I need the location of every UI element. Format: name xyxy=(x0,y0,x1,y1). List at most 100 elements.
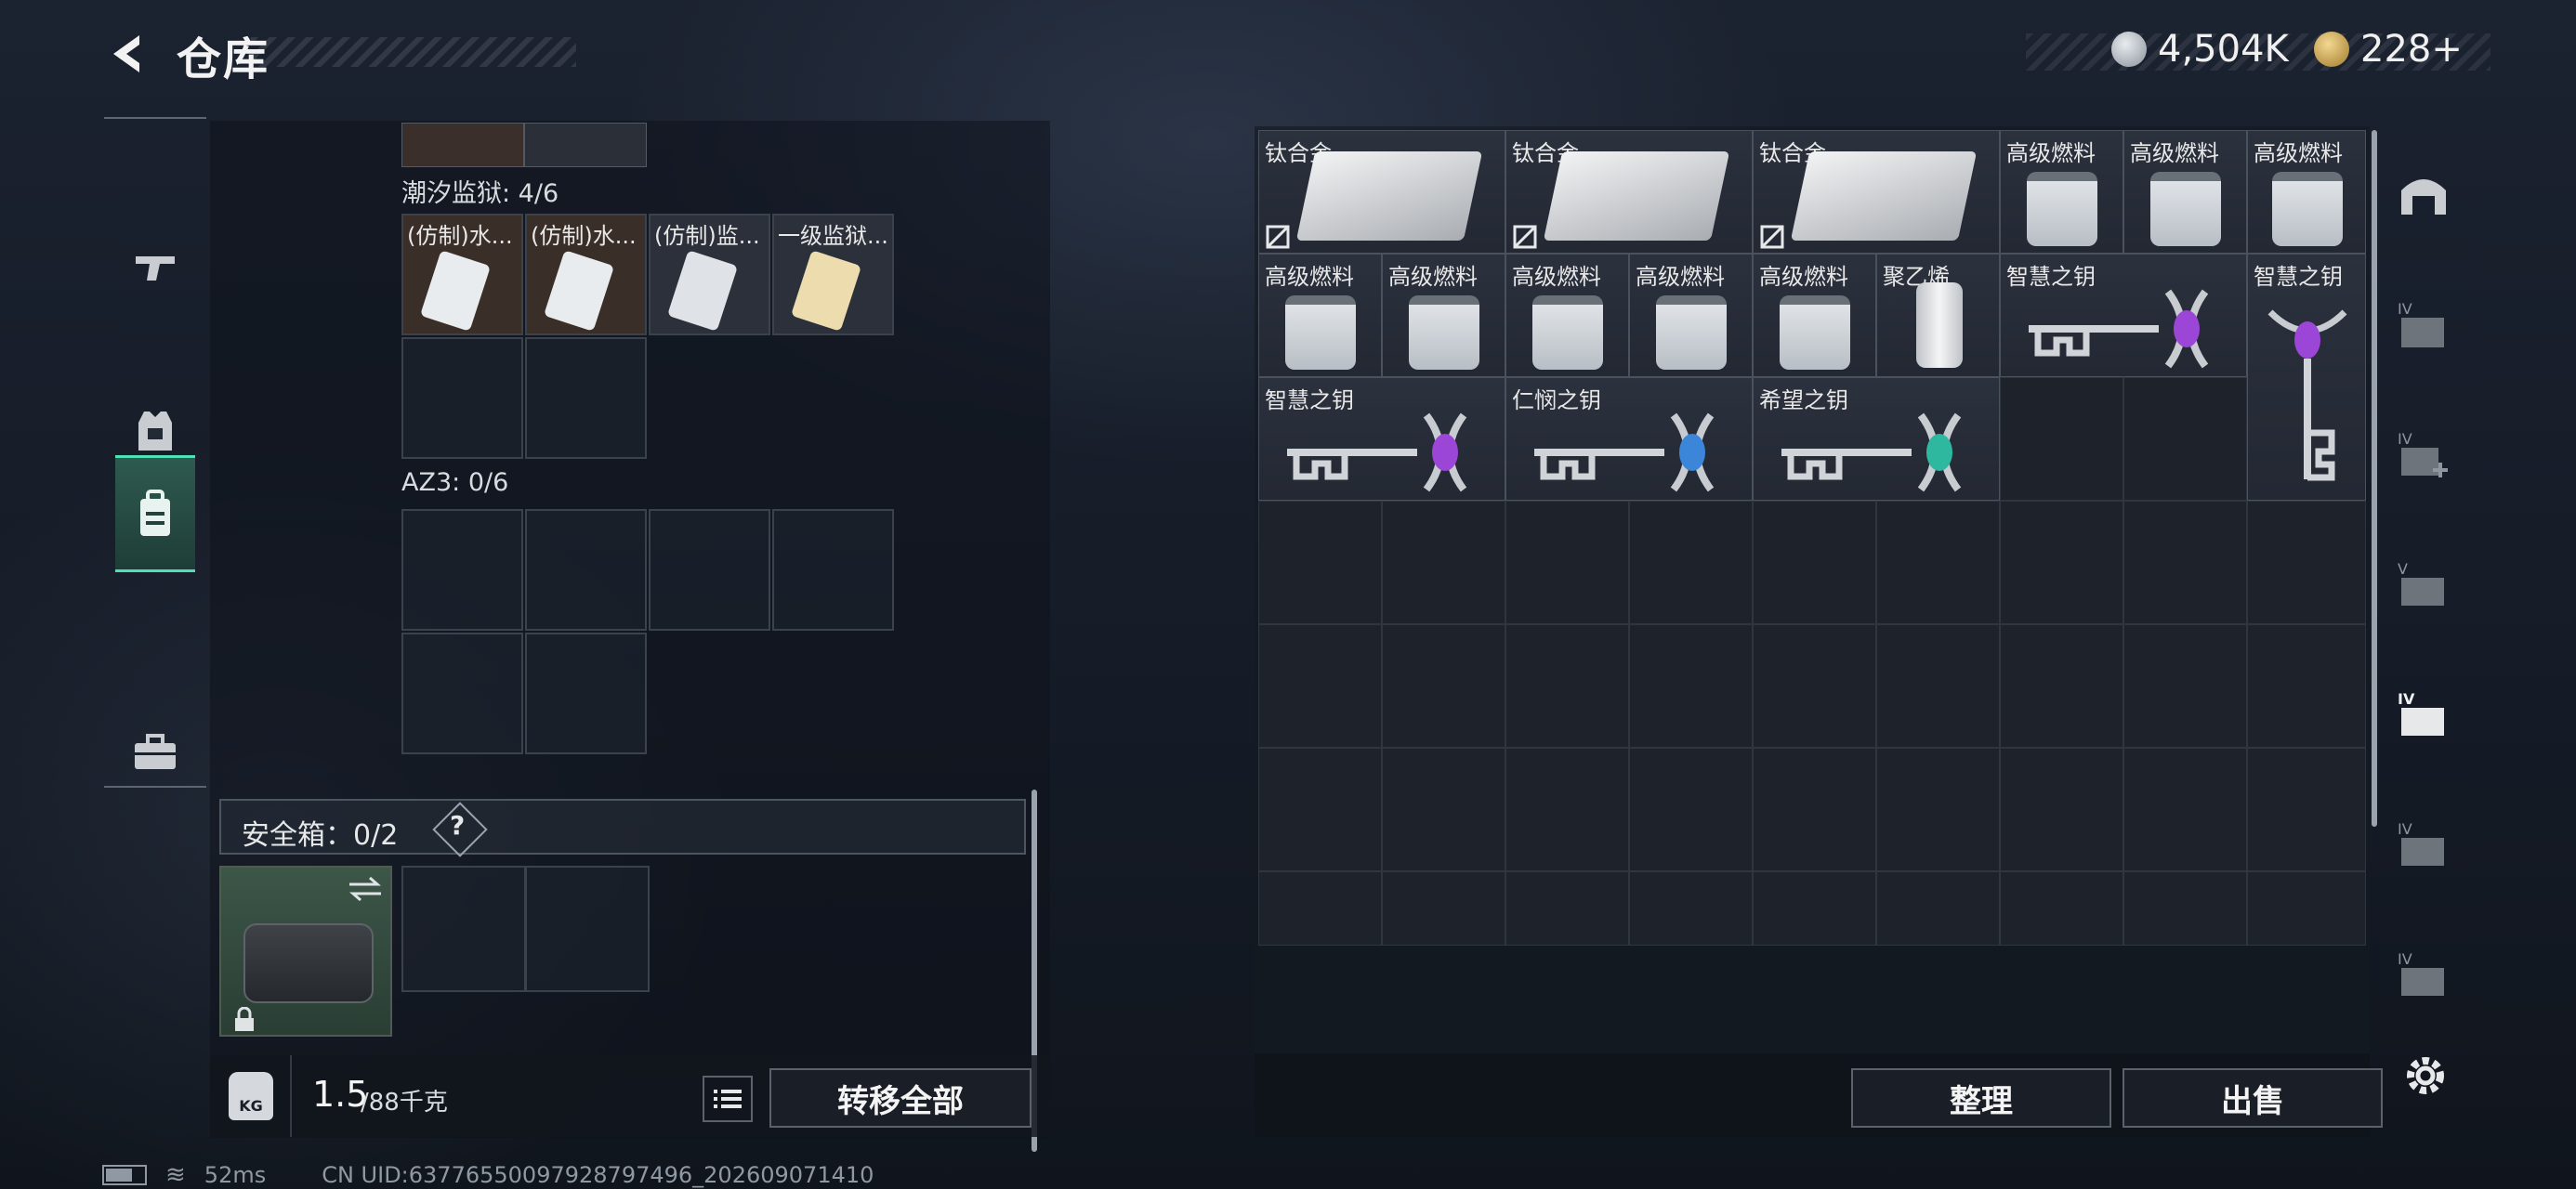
storage-cell[interactable] xyxy=(2123,871,2247,946)
storage-cell[interactable] xyxy=(1629,501,1753,624)
grid-cell[interactable] xyxy=(401,509,523,631)
cutoff-item[interactable] xyxy=(524,123,647,167)
pistol-icon xyxy=(136,256,175,281)
storage-cell[interactable] xyxy=(1876,624,2000,748)
tab-storage-iv-gear[interactable]: IV xyxy=(2386,929,2461,1022)
storage-cell[interactable] xyxy=(1258,748,1382,871)
storage-cell[interactable] xyxy=(2123,377,2247,501)
sell-button[interactable]: 出售 xyxy=(2123,1068,2383,1128)
storage-cell[interactable] xyxy=(2000,501,2123,624)
keycard-item[interactable]: (仿制)监... xyxy=(649,214,770,335)
fuel-item[interactable]: 高级燃料 xyxy=(2123,130,2247,254)
gold-currency[interactable]: 228+ xyxy=(2314,28,2463,71)
storage-cell[interactable] xyxy=(1258,871,1382,946)
list-view-button[interactable] xyxy=(703,1076,753,1122)
storage-cell[interactable] xyxy=(2000,624,2123,748)
storage-cell[interactable] xyxy=(2123,624,2247,748)
keycard-item[interactable]: 一级监狱... xyxy=(772,214,894,335)
storage-cell[interactable] xyxy=(1753,871,1876,946)
storage-cell[interactable] xyxy=(1753,624,1876,748)
storage-cell[interactable] xyxy=(1382,871,1505,946)
transfer-all-button[interactable]: 转移全部 xyxy=(769,1068,1032,1128)
safe-box-cell[interactable] xyxy=(401,866,526,992)
storage-cell[interactable] xyxy=(1505,748,1629,871)
titanium-item[interactable]: 钛合金 xyxy=(1753,130,2000,254)
settings-gear-icon[interactable] xyxy=(2399,1050,2451,1102)
grid-cell[interactable] xyxy=(649,509,770,631)
fuel-item[interactable]: 高级燃料 xyxy=(1382,254,1505,377)
storage-cell[interactable] xyxy=(2000,871,2123,946)
storage-cell[interactable] xyxy=(1258,501,1382,624)
tab-storage-iv[interactable]: IV xyxy=(2386,279,2461,372)
swap-icon[interactable] xyxy=(346,875,385,903)
grid-cell[interactable] xyxy=(401,337,523,459)
right-scrollbar[interactable] xyxy=(2372,130,2377,827)
fuel-item[interactable]: 高级燃料 xyxy=(1258,254,1382,377)
fuel-item[interactable]: 高级燃料 xyxy=(2247,130,2366,254)
keycard-item[interactable]: (仿制)水... xyxy=(525,214,647,335)
wisdom-key-item[interactable]: 智慧之钥 xyxy=(2247,254,2366,501)
storage-cell[interactable] xyxy=(1753,501,1876,624)
fuel-item[interactable]: 高级燃料 xyxy=(1629,254,1753,377)
storage-cell[interactable] xyxy=(1876,501,2000,624)
grid-cell[interactable] xyxy=(525,633,647,754)
nav-case[interactable] xyxy=(115,697,195,808)
nav-weapons[interactable] xyxy=(115,212,195,323)
safe-box-slot[interactable] xyxy=(219,866,392,1037)
tab-storage-iv-plus[interactable]: IV xyxy=(2386,409,2461,502)
tab-storage-v[interactable]: V xyxy=(2386,539,2461,632)
keycard-item[interactable]: (仿制)水... xyxy=(401,214,523,335)
nav-backpack[interactable] xyxy=(115,455,195,572)
storage-cell[interactable] xyxy=(1505,501,1629,624)
storage-cell[interactable] xyxy=(2247,624,2366,748)
back-arrow-icon[interactable] xyxy=(102,28,154,80)
storage-cell[interactable] xyxy=(1382,748,1505,871)
grid-cell[interactable] xyxy=(401,633,523,754)
storage-cell[interactable] xyxy=(1629,624,1753,748)
titanium-item[interactable]: 钛合金 xyxy=(1505,130,1753,254)
item-name: (仿制)监... xyxy=(654,223,760,249)
storage-cell[interactable] xyxy=(1753,748,1876,871)
tab-storage-iv-card[interactable]: IV xyxy=(2386,799,2461,892)
storage-cell[interactable] xyxy=(2123,748,2247,871)
sort-button[interactable]: 整理 xyxy=(1851,1068,2111,1128)
hope-key-item[interactable]: 希望之钥 xyxy=(1753,377,2000,501)
storage-iv-plus-icon: IV xyxy=(2398,430,2448,477)
storage-cell[interactable] xyxy=(2247,748,2366,871)
cutoff-item[interactable] xyxy=(401,123,524,167)
wisdom-key-item[interactable]: 智慧之钥 xyxy=(1258,377,1505,501)
polyethylene-item[interactable]: 聚乙烯 xyxy=(1876,254,2000,377)
tab-storage-iv-hand[interactable]: IV xyxy=(2386,669,2461,762)
titanium-item[interactable]: 钛合金 xyxy=(1258,130,1505,254)
grid-cell[interactable] xyxy=(525,509,647,631)
storage-cell[interactable] xyxy=(1629,748,1753,871)
storage-cell[interactable] xyxy=(1876,748,2000,871)
fuel-item[interactable]: 高级燃料 xyxy=(2000,130,2123,254)
fuel-can-icon xyxy=(2027,172,2097,246)
storage-cell[interactable] xyxy=(1505,871,1629,946)
storage-cell[interactable] xyxy=(1382,501,1505,624)
storage-cell[interactable] xyxy=(2247,871,2366,946)
storage-cell[interactable] xyxy=(2000,377,2123,501)
storage-cell[interactable] xyxy=(1505,624,1629,748)
wisdom-key-item[interactable]: 智慧之钥 xyxy=(2000,254,2247,377)
storage-cell[interactable] xyxy=(2247,501,2366,624)
safe-box-label: 安全箱：0/2 xyxy=(242,819,399,852)
key-icon xyxy=(2267,309,2347,481)
fuel-item[interactable]: 高级燃料 xyxy=(1753,254,1876,377)
grid-cell[interactable] xyxy=(525,337,647,459)
mercy-key-item[interactable]: 仁悯之钥 xyxy=(1505,377,1753,501)
svg-text:IV: IV xyxy=(2398,820,2412,838)
storage-cell[interactable] xyxy=(1382,624,1505,748)
storage-cell[interactable] xyxy=(1629,871,1753,946)
grid-cell[interactable] xyxy=(772,509,894,631)
help-icon[interactable]: ? xyxy=(450,810,465,841)
safe-box-cell[interactable] xyxy=(525,866,650,992)
tab-vault[interactable] xyxy=(2386,149,2461,242)
storage-cell[interactable] xyxy=(1876,871,2000,946)
fuel-item[interactable]: 高级燃料 xyxy=(1505,254,1629,377)
storage-cell[interactable] xyxy=(1258,624,1382,748)
storage-cell[interactable] xyxy=(2123,501,2247,624)
keycard-icon xyxy=(790,250,862,332)
storage-cell[interactable] xyxy=(2000,748,2123,871)
